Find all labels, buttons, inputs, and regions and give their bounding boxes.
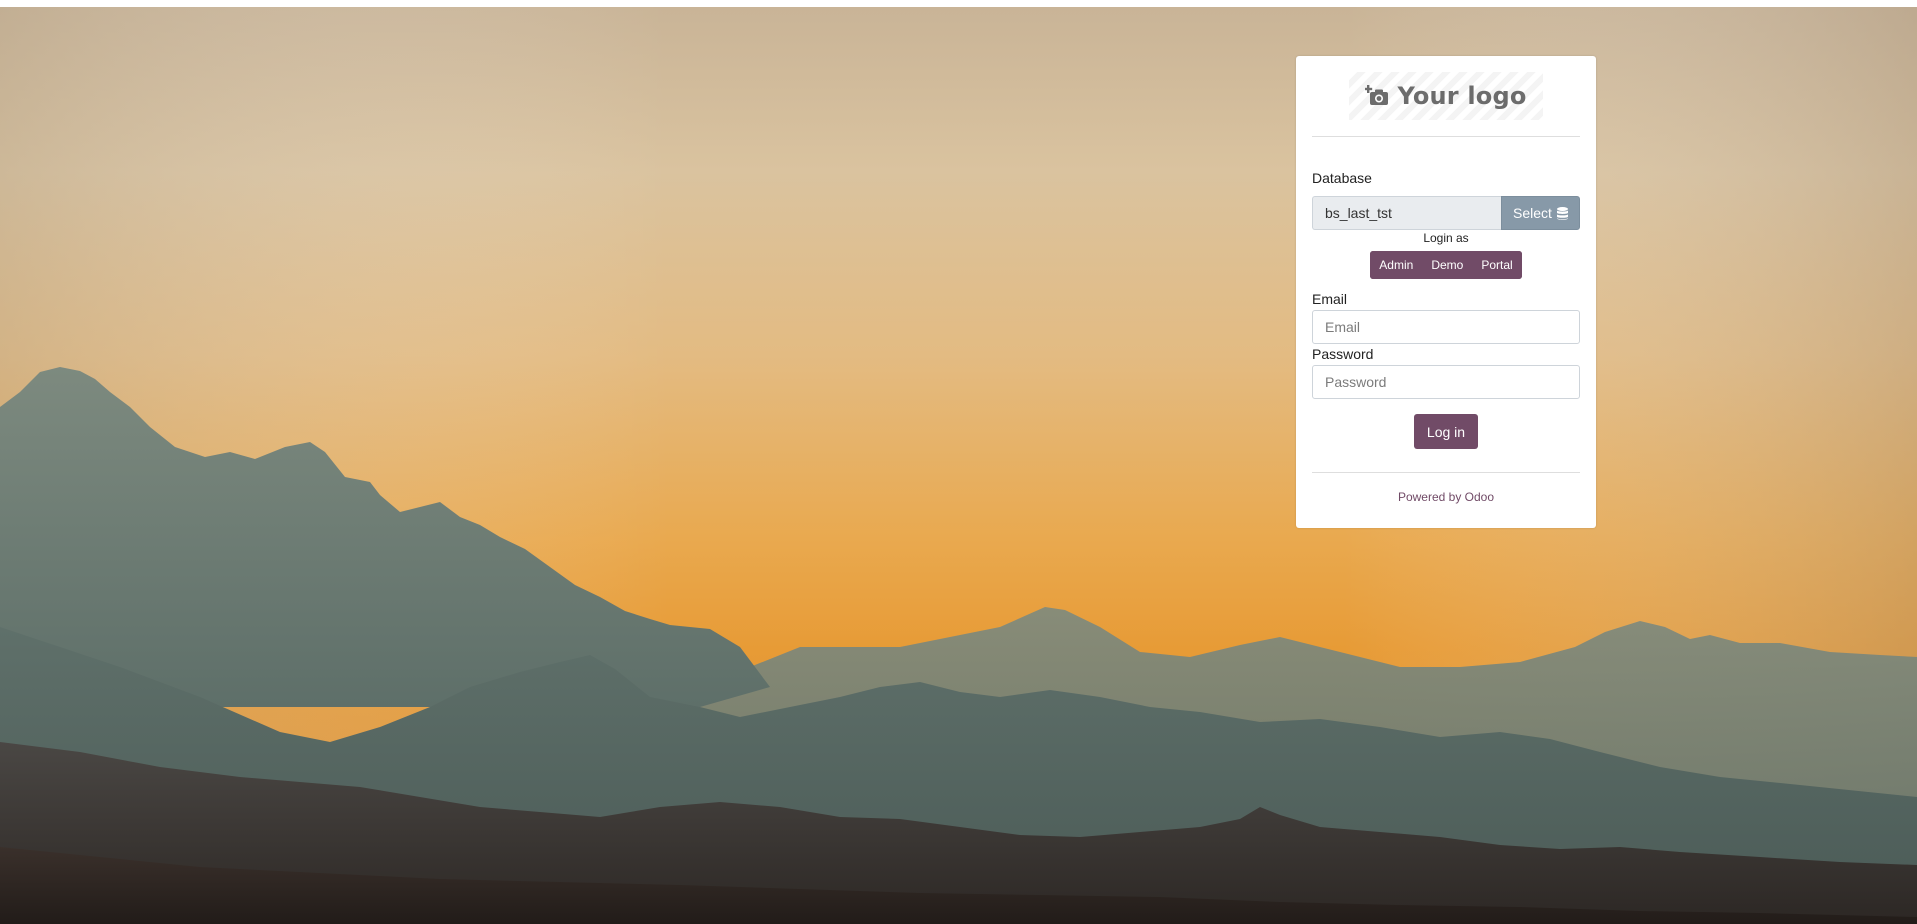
login-as-label: Login as — [1423, 231, 1469, 245]
login-page: Your logo Database bs_last_tst Select Lo… — [0, 0, 1917, 924]
login-card: Your logo Database bs_last_tst Select Lo… — [1296, 56, 1596, 528]
company-logo: Your logo — [1349, 72, 1543, 120]
odoo-link[interactable]: Odoo — [1465, 490, 1494, 504]
database-icon — [1556, 206, 1568, 220]
powered-by-prefix: Powered by — [1397, 490, 1462, 504]
footer-divider — [1312, 472, 1580, 473]
database-selector: bs_last_tst Select — [1312, 196, 1580, 230]
login-as-demo-button[interactable]: Demo — [1422, 251, 1473, 279]
password-label: Password — [1312, 346, 1374, 362]
database-field[interactable]: bs_last_tst — [1312, 196, 1501, 230]
top-strip — [0, 0, 1917, 7]
email-field[interactable] — [1312, 310, 1580, 344]
login-as-admin-button[interactable]: Admin — [1370, 251, 1423, 279]
password-field[interactable] — [1312, 365, 1580, 399]
logo-text: Your logo — [1397, 82, 1527, 110]
quick-login-group: Admin Demo Portal — [1312, 251, 1580, 279]
logo-divider — [1312, 136, 1580, 137]
select-database-button[interactable]: Select — [1501, 196, 1580, 230]
background-image — [0, 7, 1917, 924]
logo-container: Your logo — [1312, 56, 1580, 136]
login-button-container: Log in — [1312, 414, 1580, 449]
database-label: Database — [1312, 170, 1372, 186]
login-as-portal-button[interactable]: Portal — [1472, 251, 1522, 279]
log-in-button[interactable]: Log in — [1414, 414, 1478, 449]
camera-plus-icon — [1365, 85, 1389, 105]
select-button-label: Select — [1513, 205, 1552, 221]
email-label: Email — [1312, 291, 1348, 307]
powered-by: Powered by Odoo — [1312, 490, 1580, 504]
